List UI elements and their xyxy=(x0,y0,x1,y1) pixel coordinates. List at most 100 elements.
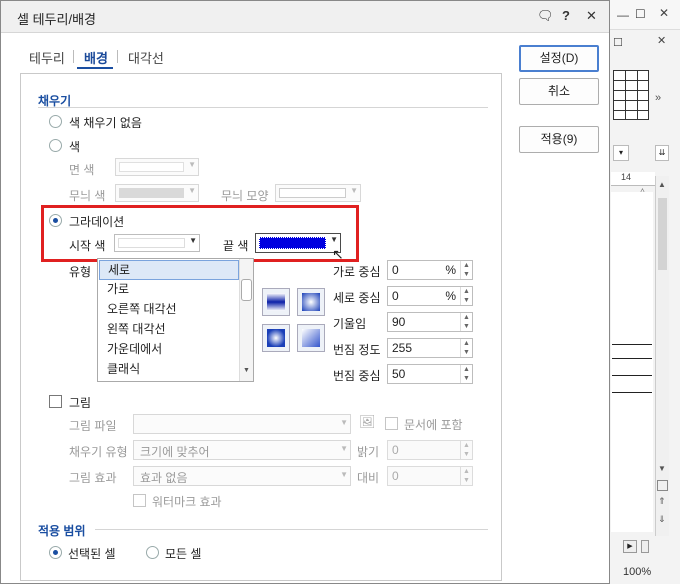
picture-effect-label: 그림 효과 xyxy=(69,471,117,485)
ok-button[interactable]: 설정(D) xyxy=(519,45,599,72)
contrast-input[interactable]: 0 ▲ ▼ xyxy=(387,466,473,486)
no-fill-label[interactable]: 색 채우기 없음 xyxy=(69,114,142,131)
h-center-value: 0 xyxy=(392,263,399,277)
background-app-window: — ☐ ✕ ☐ ✕ » ▾ ⇊ 14 △ ▲ ▼ ⇑ ⇓ ▶ 100% xyxy=(608,0,680,584)
document-page[interactable] xyxy=(611,192,653,532)
table-preview[interactable] xyxy=(613,70,649,120)
scroll-up-icon[interactable]: ▲ xyxy=(658,180,666,189)
gradient-preview-radial[interactable] xyxy=(297,288,325,316)
dropdown-icon[interactable]: ▾ xyxy=(613,145,629,161)
restore-icon[interactable]: ☐ xyxy=(613,36,623,49)
gradient-preview-diagonal[interactable] xyxy=(297,324,325,352)
slope-input[interactable]: 90 ▲ ▼ xyxy=(387,312,473,332)
picture-file-combo[interactable]: ▼ xyxy=(133,414,351,434)
stepper-icon[interactable]: ▲ ▼ xyxy=(460,441,472,459)
face-color-combo[interactable]: ▼ xyxy=(115,158,199,176)
list-item[interactable]: 가운데에서 xyxy=(99,340,239,360)
close-icon[interactable]: ✕ xyxy=(659,6,669,20)
gradient-preview-vertical[interactable] xyxy=(262,288,290,316)
face-color-swatch xyxy=(119,162,184,172)
slope-label: 기울임 xyxy=(333,317,367,331)
more-icon[interactable]: » xyxy=(655,92,661,104)
tab-separator xyxy=(73,50,74,63)
minimize-icon[interactable]: — xyxy=(617,8,629,22)
gradient-preview-square[interactable] xyxy=(262,324,290,352)
next-page-icon[interactable]: ⇓ xyxy=(658,514,666,525)
doc-line xyxy=(612,358,652,359)
pattern-shape-label: 무늬 모양 xyxy=(221,189,269,203)
list-scroll-thumb[interactable] xyxy=(241,279,252,301)
cancel-button[interactable]: 취소 xyxy=(519,78,599,105)
list-item[interactable]: 클래식 xyxy=(99,360,239,380)
include-in-doc-checkbox[interactable] xyxy=(385,417,398,430)
list-item[interactable]: 왼쪽 대각선 xyxy=(99,320,239,340)
watermark-checkbox[interactable] xyxy=(133,494,146,507)
zoom-level[interactable]: 100% xyxy=(623,566,651,578)
tab-diagonal[interactable]: 대각선 xyxy=(128,48,164,67)
face-color-label: 면 색 xyxy=(69,163,95,177)
fill-type-label: 채우기 유형 xyxy=(69,445,128,459)
close-doc-icon[interactable]: ✕ xyxy=(657,34,666,47)
scroll-down-icon[interactable]: ▼ xyxy=(243,367,250,374)
blur-center-label: 번짐 중심 xyxy=(333,369,381,383)
chevron-down-icon: ▼ xyxy=(340,444,348,453)
no-fill-radio[interactable] xyxy=(49,115,62,128)
stepper-icon[interactable]: ▲ ▼ xyxy=(460,365,472,383)
help-icon[interactable]: ? xyxy=(562,8,570,23)
h-center-input[interactable]: 0 % ▲ ▼ xyxy=(387,260,473,280)
picture-effect-combo[interactable]: 효과 없음 ▼ xyxy=(133,466,351,486)
slope-value: 90 xyxy=(392,315,406,329)
chevron-down-icon: ▼ xyxy=(188,186,196,195)
color-fill-radio[interactable] xyxy=(49,139,62,152)
list-scrollbar[interactable]: ▼ xyxy=(239,259,253,381)
apply-button[interactable]: 적용(9) xyxy=(519,126,599,153)
stepper-icon[interactable]: ▲ ▼ xyxy=(460,313,472,331)
picture-file-label: 그림 파일 xyxy=(69,419,117,433)
doc-scrollbar[interactable]: ▲ ▼ ⇑ ⇓ xyxy=(655,176,669,536)
list-item[interactable]: 세로 xyxy=(99,260,239,280)
brightness-input[interactable]: 0 ▲ ▼ xyxy=(387,440,473,460)
brightness-value: 0 xyxy=(392,443,399,457)
all-cells-label[interactable]: 모든 셀 xyxy=(165,545,201,562)
page-view-icon[interactable] xyxy=(657,480,668,491)
all-cells-radio[interactable] xyxy=(146,546,159,559)
pattern-shape-combo[interactable]: ▼ xyxy=(275,184,361,202)
picture-browse-icon[interactable]: 🖼 xyxy=(359,414,376,430)
split-icon[interactable] xyxy=(641,540,649,553)
maximize-icon[interactable]: ☐ xyxy=(635,7,646,21)
blur-value: 255 xyxy=(392,341,413,355)
dialog-titlebar[interactable]: 셀 테두리/배경 🗨 ? ✕ xyxy=(1,1,609,33)
selected-cells-radio[interactable] xyxy=(49,546,62,559)
tab-border[interactable]: 테두리 xyxy=(29,48,65,67)
stepper-icon[interactable]: ▲ ▼ xyxy=(460,287,472,305)
list-item[interactable]: 가로 xyxy=(99,280,239,300)
stepper-icon[interactable]: ▲ ▼ xyxy=(460,261,472,279)
color-fill-label[interactable]: 색 xyxy=(69,138,80,155)
pattern-color-combo[interactable]: ▼ xyxy=(115,184,199,202)
blur-input[interactable]: 255 ▲ ▼ xyxy=(387,338,473,358)
comment-icon[interactable]: 🗨 xyxy=(537,8,554,24)
picture-label[interactable]: 그림 xyxy=(69,394,91,411)
blur-center-input[interactable]: 50 ▲ ▼ xyxy=(387,364,473,384)
fill-type-combo[interactable]: 크기에 맞추어 ▼ xyxy=(133,440,351,460)
selected-cells-label[interactable]: 선택된 셀 xyxy=(68,545,116,562)
list-item[interactable]: 오른쪽 대각선 xyxy=(99,300,239,320)
dialog-title: 셀 테두리/배경 xyxy=(17,12,96,27)
active-tab-indicator xyxy=(77,67,113,69)
close-icon[interactable]: ✕ xyxy=(586,8,597,24)
fill-type-value: 크기에 맞추어 xyxy=(140,445,210,459)
prev-page-icon[interactable]: ⇑ xyxy=(658,496,666,507)
chevron-down-icon: ▼ xyxy=(340,418,348,427)
percent-unit: % xyxy=(445,263,456,277)
scroll-thumb[interactable] xyxy=(658,198,667,270)
type-label: 유형 xyxy=(69,265,92,279)
picture-checkbox[interactable] xyxy=(49,395,62,408)
scroll-down-icon[interactable]: ▼ xyxy=(658,464,666,473)
tab-background[interactable]: 배경 xyxy=(84,48,108,67)
stepper-icon[interactable]: ▲ ▼ xyxy=(460,467,472,485)
gradient-type-list[interactable]: 세로 가로 오른쪽 대각선 왼쪽 대각선 가운데에서 클래식 ▼ xyxy=(97,258,254,382)
expand-icon[interactable]: ⇊ xyxy=(655,145,669,161)
scroll-right-icon[interactable]: ▶ xyxy=(623,540,637,553)
v-center-input[interactable]: 0 % ▲ ▼ xyxy=(387,286,473,306)
stepper-icon[interactable]: ▲ ▼ xyxy=(460,339,472,357)
